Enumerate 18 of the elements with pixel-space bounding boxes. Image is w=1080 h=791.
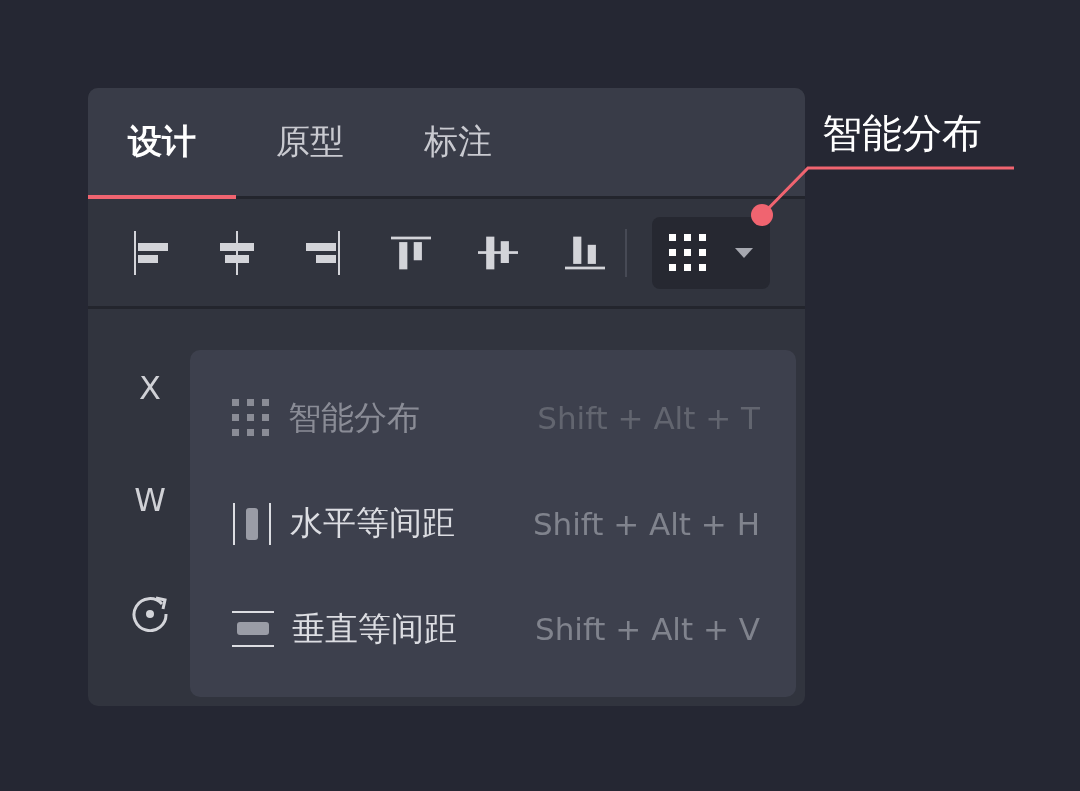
property-label: W — [133, 480, 167, 521]
vertical-spacing-icon — [232, 610, 274, 648]
tab[interactable]: 设计 — [88, 88, 236, 199]
caret-icon — [735, 247, 753, 258]
grid-dots-icon — [669, 233, 707, 272]
tab[interactable]: 原型 — [236, 88, 384, 199]
align-right-icon[interactable] — [305, 230, 343, 275]
callout-label: 智能分布 — [822, 109, 982, 158]
menu-item[interactable]: 水平等间距 Shift + Alt + H — [232, 473, 760, 574]
property-label: X — [138, 368, 162, 409]
grid-dots-icon — [232, 399, 270, 437]
menu-item[interactable]: 垂直等间距 Shift + Alt + V — [232, 579, 760, 679]
align-center-icon[interactable] — [220, 230, 254, 275]
distribute-button[interactable] — [652, 216, 770, 289]
align-left-icon[interactable] — [131, 230, 169, 275]
tab[interactable]: 标注 — [384, 88, 532, 199]
align-middle-icon[interactable] — [478, 234, 518, 271]
horizontal-spacing-icon — [232, 502, 272, 545]
